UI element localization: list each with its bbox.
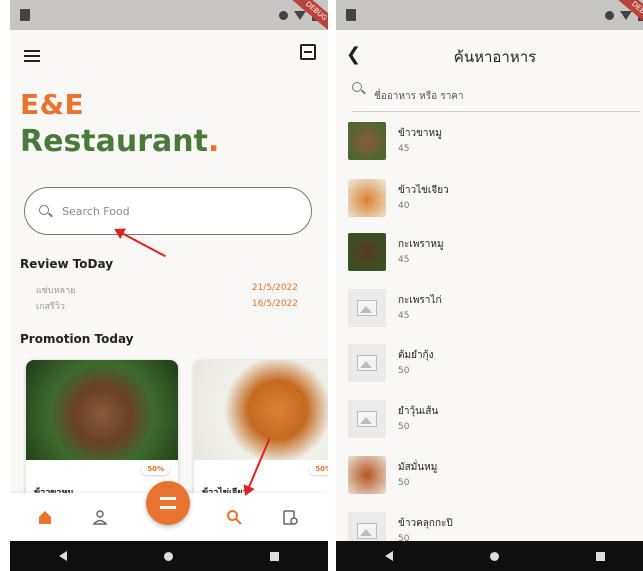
back-icon[interactable]: [384, 551, 393, 561]
food-list-item[interactable]: มัสมั่นหมู 50: [348, 456, 638, 506]
food-name: ข้าวไข่เจียว: [398, 185, 449, 196]
order-history-icon[interactable]: [282, 509, 298, 525]
sim-icon: [346, 9, 356, 21]
status-bar: DEBUG: [336, 0, 643, 36]
food-search-input[interactable]: ชื่ออาหาร หรือ ราคา: [352, 82, 640, 112]
review-section-title: Review ToDay: [20, 257, 114, 271]
status-bar: DEBUG: [10, 0, 328, 36]
image-placeholder-icon: [348, 344, 386, 382]
screenshot-canvas: DEBUG E&E Restaurant. Search Food Review…: [0, 0, 643, 571]
food-price: 45: [398, 255, 410, 265]
android-nav-bar: [336, 541, 643, 571]
food-thumbnail: [348, 179, 386, 217]
discount-badge: 50%: [309, 463, 328, 475]
brand-title-line2: Restaurant.: [20, 124, 219, 159]
image-placeholder-icon: [348, 512, 386, 542]
review-name: เกสรีวิว: [36, 302, 65, 312]
wifi-icon: [294, 10, 306, 20]
food-price: 40: [398, 201, 410, 211]
brand-title-line1: E&E: [20, 88, 85, 121]
food-photo: [26, 360, 178, 460]
food-list-item[interactable]: กะเพราหมู 45: [348, 233, 638, 283]
search-nav-icon[interactable]: [226, 509, 242, 525]
home-circle-icon[interactable]: [163, 551, 173, 561]
promotion-card[interactable]: 50% ข้าวไข่เจียว: [194, 360, 328, 510]
dnd-icon: [279, 10, 288, 20]
review-row[interactable]: เกสรีวิว 16/5/2022: [36, 299, 298, 313]
food-name: ต้มยำกุ้ง: [398, 350, 434, 361]
sim-icon: [20, 9, 30, 21]
food-name: กะเพราหมู: [398, 239, 444, 250]
search-placeholder: ชื่ออาหาร หรือ ราคา: [374, 91, 464, 102]
food-thumbnail: [348, 233, 386, 271]
food-list-item[interactable]: ต้มยำกุ้ง 50: [348, 344, 638, 394]
image-placeholder-icon: [348, 400, 386, 438]
page-title: ค้นหาอาหาร: [453, 48, 537, 66]
food-list-item[interactable]: ข้าวขาหมู 45: [348, 122, 638, 172]
menu-fab-icon: [160, 497, 176, 509]
logout-icon[interactable]: [300, 44, 316, 60]
search-input[interactable]: Search Food: [24, 187, 312, 235]
back-icon[interactable]: [58, 551, 67, 561]
image-placeholder-icon: [348, 289, 386, 327]
food-price: 50: [398, 422, 410, 432]
food-price: 50: [398, 478, 410, 488]
review-date: 16/5/2022: [251, 299, 298, 309]
food-name: มัสมั่นหมู: [398, 462, 438, 473]
food-price: 45: [398, 311, 410, 321]
food-price: 45: [398, 144, 410, 154]
food-name: กะเพราไก่: [398, 295, 442, 306]
review-name: แซ่บหลาย: [36, 286, 76, 296]
dnd-icon: [605, 10, 614, 20]
food-thumbnail: [348, 122, 386, 160]
food-thumbnail: [348, 456, 386, 494]
brand-name: Restaurant: [20, 124, 208, 159]
food-list-item[interactable]: ยำวุ้นเส้น 50: [348, 400, 638, 450]
android-nav-bar: [10, 541, 328, 571]
food-photo: [194, 360, 328, 460]
food-list-item[interactable]: กะเพราไก่ 45: [348, 289, 638, 339]
recents-icon[interactable]: [270, 551, 280, 561]
search-screen: DEBUG ❮ ค้นหาอาหาร ชื่ออาหาร หรือ ราคา ข…: [336, 0, 643, 571]
review-row[interactable]: แซ่บหลาย 21/5/2022: [36, 283, 298, 297]
food-list-item[interactable]: ข้าวไข่เจียว 40: [348, 179, 638, 229]
menu-fab-button[interactable]: [146, 481, 190, 525]
discount-badge: 50%: [141, 463, 170, 475]
wifi-icon: [620, 10, 632, 20]
review-date: 21/5/2022: [251, 283, 298, 293]
food-price: 50: [398, 366, 410, 376]
food-name: ข้าวขาหมู: [398, 128, 442, 139]
recents-icon[interactable]: [596, 551, 606, 561]
food-list-item[interactable]: ข้าวคลุกกะปิ 50: [348, 512, 638, 542]
menu-icon[interactable]: [24, 47, 40, 65]
home-icon[interactable]: [37, 509, 53, 525]
home-circle-icon[interactable]: [489, 551, 499, 561]
search-icon: [39, 204, 52, 218]
home-screen: DEBUG E&E Restaurant. Search Food Review…: [10, 0, 328, 571]
profile-icon[interactable]: [92, 509, 108, 525]
promotion-section-title: Promotion Today: [20, 332, 134, 346]
food-name: ข้าวคลุกกะปิ: [398, 518, 453, 529]
food-name: ยำวุ้นเส้น: [398, 406, 439, 417]
search-placeholder: Search Food: [62, 204, 130, 218]
brand-dot: .: [207, 124, 220, 159]
